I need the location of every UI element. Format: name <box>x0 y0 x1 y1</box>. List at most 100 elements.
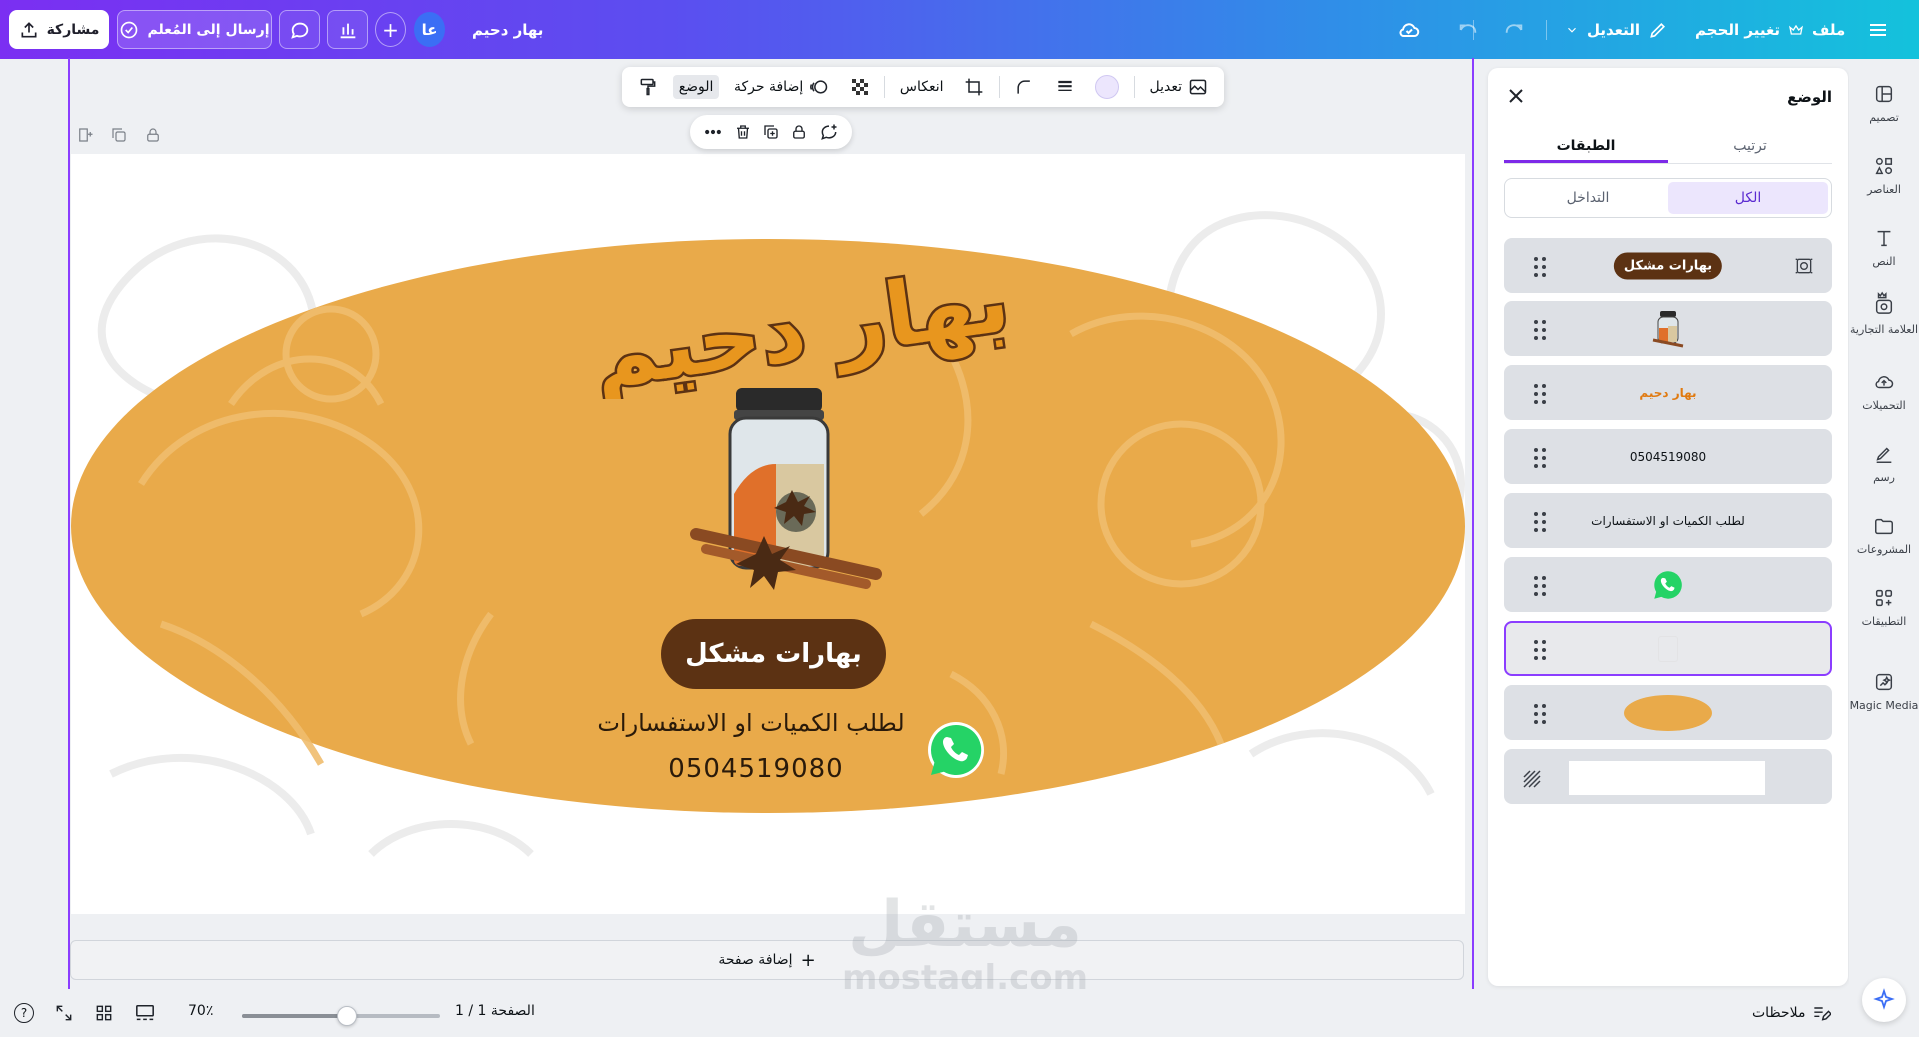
layer-item[interactable]: بهارات مشكل <box>1504 238 1832 293</box>
sidebar-item-elements[interactable]: العناصر <box>1849 155 1919 196</box>
zoom-slider-handle[interactable] <box>336 1006 357 1026</box>
share-button[interactable]: مشاركة <box>9 10 109 49</box>
upload-icon <box>21 21 37 37</box>
tab-layers[interactable]: الطبقات <box>1504 130 1668 163</box>
drag-handle-icon[interactable] <box>1534 448 1548 468</box>
layer-item[interactable] <box>1504 557 1832 612</box>
spice-jar-illustration[interactable] <box>676 384 896 604</box>
main-menu-button[interactable] <box>1866 10 1890 49</box>
insights-button[interactable] <box>327 10 368 49</box>
help-button[interactable]: ? <box>14 1003 34 1023</box>
sidebar-item-projects[interactable]: المشروعات <box>1849 515 1919 556</box>
notes-button[interactable]: ملاحظات <box>1752 1003 1832 1023</box>
avatar-initials: عا <box>421 20 438 39</box>
position-panel: الوضع ترتيب الطبقات الكل التداخل بهارات … <box>1488 68 1848 986</box>
close-panel-button[interactable] <box>1504 84 1528 108</box>
bar-chart-icon <box>340 23 355 38</box>
drag-handle-icon[interactable] <box>1534 320 1548 340</box>
close-icon <box>1509 89 1523 103</box>
design-page[interactable]: بهار دحيم بهارات مشكل لطلب الكميات او ال… <box>71 154 1465 914</box>
color-swatch-button[interactable] <box>1089 71 1125 103</box>
sidebar-item-uploads[interactable]: التحميلات <box>1849 371 1919 412</box>
flip-button[interactable]: انعكاس <box>894 75 950 99</box>
more-icon[interactable] <box>703 122 723 142</box>
lock-icon[interactable] <box>144 126 162 144</box>
layer-item[interactable]: 0504519080 <box>1504 429 1832 484</box>
zoom-level[interactable]: 70٪ <box>188 1003 213 1019</box>
text-icon <box>1877 230 1891 247</box>
editor-sidebar: تصميم العناصر النص العلامة التجارية التح… <box>1849 59 1919 989</box>
animate-button[interactable]: إضافة حركة <box>728 73 835 101</box>
tab-arrange[interactable]: ترتيب <box>1668 130 1832 163</box>
layer-thumb-inquiry: لطلب الكميات او الاستفسارات <box>1591 513 1745 528</box>
send-to-teacher-button[interactable]: إرسال إلى المُعلم <box>117 10 272 49</box>
layer-thumb-pill: بهارات مشكل <box>1613 252 1723 279</box>
resize-button[interactable]: تغيير الحجم <box>1695 10 1804 49</box>
drag-handle-icon[interactable] <box>1534 640 1548 660</box>
cloud-check-icon <box>1399 22 1420 37</box>
edit-mode-menu[interactable]: التعديل <box>1565 10 1668 49</box>
layer-item[interactable] <box>1504 301 1832 356</box>
copy-style-button[interactable] <box>632 73 664 101</box>
page-indicator[interactable]: الصفحة 1 / 1 <box>455 1003 535 1019</box>
trash-icon[interactable] <box>734 123 752 141</box>
drag-handle-icon[interactable] <box>1534 384 1548 404</box>
undo-button[interactable] <box>1457 10 1479 49</box>
whatsapp-icon[interactable] <box>925 719 987 781</box>
redo-button[interactable] <box>1503 10 1525 49</box>
add-page-label: إضافة صفحة <box>718 952 793 968</box>
sidebar-item-brand[interactable]: العلامة التجارية <box>1849 291 1919 336</box>
add-collaborator-button[interactable]: + <box>375 12 407 47</box>
drag-handle-icon[interactable] <box>1534 257 1548 277</box>
comment-button[interactable] <box>279 10 320 49</box>
avatar[interactable]: عا <box>414 12 445 47</box>
magic-assistant-button[interactable] <box>1862 978 1906 1022</box>
drag-handle-icon[interactable] <box>1534 576 1548 596</box>
inquiry-text[interactable]: لطلب الكميات او الاستفسارات <box>591 709 911 737</box>
sidebar-item-draw[interactable]: رسم <box>1849 443 1919 484</box>
edit-image-button[interactable]: تعديل <box>1144 73 1215 101</box>
transparency-button[interactable] <box>844 73 876 101</box>
border-style-button[interactable] <box>1049 73 1081 101</box>
layer-item[interactable]: لطلب الكميات او الاستفسارات <box>1504 493 1832 548</box>
cloud-save-status[interactable] <box>1397 10 1421 49</box>
brand-title-art[interactable]: بهار دحيم <box>591 249 1011 399</box>
layer-item[interactable]: بهار دحيم <box>1504 365 1832 420</box>
page-view-button[interactable] <box>134 1003 156 1023</box>
add-page-icon[interactable] <box>76 126 94 144</box>
share-label: مشاركة <box>46 21 100 38</box>
filter-all[interactable]: الكل <box>1668 182 1828 214</box>
layer-thumb-background <box>1569 761 1765 795</box>
layer-item-background[interactable] <box>1504 749 1832 804</box>
corner-rounding-button[interactable] <box>1008 73 1040 101</box>
check-circle-icon <box>121 21 138 38</box>
document-title[interactable]: بهار دحيم <box>472 10 543 49</box>
phone-number[interactable]: 0504519080 <box>591 754 921 784</box>
sidebar-item-design[interactable]: تصميم <box>1849 83 1919 124</box>
duplicate-icon[interactable] <box>762 123 780 141</box>
position-button[interactable]: الوضع <box>672 75 720 99</box>
add-comment-icon[interactable] <box>819 122 839 142</box>
grid-view-button[interactable] <box>94 1003 114 1023</box>
drag-handle-icon[interactable] <box>1534 704 1548 724</box>
layer-item[interactable] <box>1504 685 1832 740</box>
filter-overlapping[interactable]: التداخل <box>1508 182 1668 214</box>
product-name-pill[interactable]: بهارات مشكل <box>661 619 886 689</box>
sidebar-item-magic-media[interactable]: Magic Media <box>1849 671 1919 712</box>
sidebar-item-apps[interactable]: التطبيقات <box>1849 587 1919 628</box>
crop-button[interactable] <box>958 73 990 101</box>
add-page-button[interactable]: + إضافة صفحة <box>70 940 1464 980</box>
sidebar-item-text[interactable]: النص <box>1849 227 1919 268</box>
help-icon: ? <box>14 1003 34 1023</box>
collaborators: + عا <box>375 10 445 49</box>
divider <box>884 76 886 98</box>
plus-icon: + <box>800 949 816 971</box>
magic-media-icon <box>1875 673 1893 691</box>
duplicate-page-icon[interactable] <box>110 126 128 144</box>
lock-icon[interactable] <box>790 123 808 141</box>
fullscreen-button[interactable] <box>54 1003 74 1023</box>
layer-item-selected[interactable] <box>1504 621 1832 676</box>
drag-handle-icon[interactable] <box>1534 512 1548 532</box>
grid-icon <box>96 1005 112 1021</box>
file-menu[interactable]: ملف <box>1812 10 1845 49</box>
